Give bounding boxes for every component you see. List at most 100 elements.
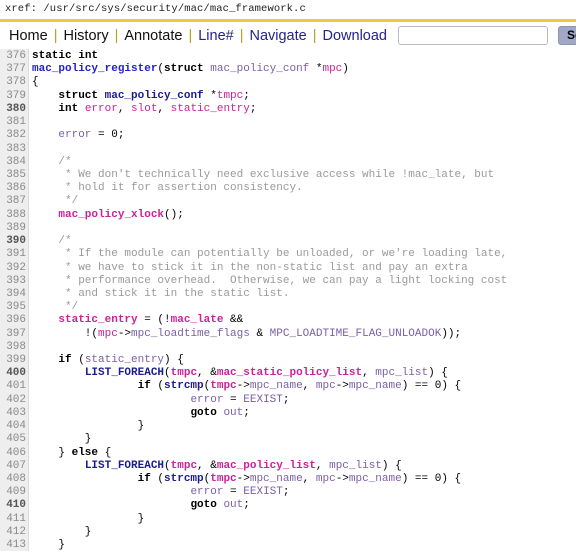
code-token: static [32,50,72,62]
line-number[interactable]: 401 [0,380,28,393]
code-symbol-link[interactable]: strcmp [164,473,204,485]
menu-link-history[interactable]: History [62,28,109,44]
line-number[interactable]: 382 [0,129,28,142]
code-symbol-link[interactable]: mac_policy_xlock [58,209,164,221]
line-number[interactable]: 390 [0,235,28,248]
menu-link-line-[interactable]: Line# [197,28,234,44]
code-token: ; [243,406,250,419]
source-code-viewer[interactable]: 376 static int 377 mac_policy_register(stru… [0,49,576,551]
line-number[interactable]: 388 [0,209,28,222]
line-number[interactable]: 389 [0,222,28,235]
code-token[interactable]: mpc_name [250,473,303,485]
line-number[interactable]: 397 [0,328,28,341]
line-number[interactable]: 412 [0,526,28,539]
line-number[interactable]: 386 [0,182,28,195]
menu-link-navigate[interactable]: Navigate [248,28,307,44]
code-symbol-link[interactable]: mac_policy_conf [105,90,204,102]
code-token[interactable]: mpc_loadtime_flags [131,328,250,340]
search-input[interactable] [398,26,548,45]
code-token: * [203,89,217,102]
line-number[interactable]: 378 [0,76,28,89]
code-text: } [28,513,145,526]
code-token[interactable]: mpc_list [375,367,428,379]
code-token: ; [282,486,290,499]
code-token[interactable]: mpc_name [250,380,303,392]
code-token[interactable]: mpc_name [349,380,402,392]
code-token[interactable]: out [223,499,243,511]
line-number[interactable]: 405 [0,433,28,446]
line-number[interactable]: 391 [0,248,28,261]
line-number[interactable]: 403 [0,407,28,420]
code-line: 413 } [0,539,576,551]
line-number[interactable]: 395 [0,301,28,314]
line-number[interactable]: 409 [0,486,28,499]
code-symbol-link[interactable]: tmpc [171,367,197,379]
code-token[interactable]: error [190,394,223,406]
code-symbol-link[interactable]: tmpc [171,460,197,472]
code-token[interactable]: out [223,407,243,419]
line-number[interactable]: 384 [0,156,28,169]
code-token: } [32,420,145,433]
code-token[interactable]: mac_policy_conf [210,63,309,75]
code-symbol-link[interactable]: mac_policy_list [217,460,316,472]
code-token[interactable]: error [58,129,91,141]
line-number[interactable]: 402 [0,394,28,407]
line-number[interactable]: 392 [0,262,28,275]
code-symbol-link[interactable]: mac_late [171,314,224,326]
code-symbol-link[interactable]: mpc [322,63,342,75]
line-number[interactable]: 408 [0,473,28,486]
code-token[interactable]: mpc [316,380,336,392]
line-number[interactable]: 383 [0,143,28,156]
line-number[interactable]: 407 [0,460,28,473]
line-number[interactable]: 406 [0,447,28,460]
code-line: 389 [0,222,576,235]
code-token[interactable]: static_entry [85,354,164,366]
line-number[interactable]: 381 [0,116,28,129]
line-number[interactable]: 398 [0,341,28,354]
code-token[interactable]: EEXIST [243,394,283,406]
code-symbol-link[interactable]: tmpc [217,90,243,102]
code-token[interactable]: error [190,486,223,498]
code-symbol-link[interactable]: tmpc [210,380,236,392]
line-number[interactable]: 393 [0,275,28,288]
code-symbol-link[interactable]: error [85,103,118,115]
code-symbol-link[interactable]: static_entry [171,103,250,115]
line-number[interactable]: 377 [0,63,28,76]
code-text: } [28,420,145,433]
code-symbol-link[interactable]: mac_static_policy_list [217,367,362,379]
code-symbol-link[interactable]: static_entry [58,314,137,326]
line-number[interactable]: 394 [0,288,28,301]
code-symbol-link[interactable]: slot [131,103,157,115]
code-token: ; [243,499,250,512]
code-symbol-link[interactable]: mpc [98,328,118,340]
menu-link-home[interactable]: Home [8,28,49,44]
line-number[interactable]: 411 [0,513,28,526]
code-token[interactable]: MPC_LOADTIME_FLAG_UNLOADOK [270,328,442,340]
line-number[interactable]: 404 [0,420,28,433]
menu-link-annotate[interactable]: Annotate [123,28,183,44]
code-token[interactable]: mpc [316,473,336,485]
line-number[interactable]: 396 [0,314,28,327]
code-symbol-link[interactable]: tmpc [210,473,236,485]
line-number[interactable]: 379 [0,90,28,103]
line-number[interactable]: 380 [0,103,28,116]
line-number[interactable]: 385 [0,169,28,182]
code-token[interactable]: EEXIST [243,486,283,498]
line-number[interactable]: 387 [0,195,28,208]
line-number[interactable]: 376 [0,50,28,63]
code-text: { [28,76,39,89]
menu-link-download[interactable]: Download [322,28,389,44]
code-symbol-link[interactable]: strcmp [164,380,204,392]
line-number[interactable]: 400 [0,367,28,380]
line-number[interactable]: 399 [0,354,28,367]
code-token[interactable]: mpc_name [349,473,402,485]
code-token: * we have to stick it in the non-static … [32,261,468,274]
line-number[interactable]: 410 [0,499,28,512]
code-symbol-link[interactable]: LIST_FOREACH [85,460,164,472]
search-button[interactable]: Search [558,25,576,46]
code-symbol-link[interactable]: LIST_FOREACH [85,367,164,379]
line-number[interactable]: 413 [0,539,28,551]
code-symbol-link[interactable]: mac_policy_register [32,63,157,75]
code-token[interactable]: mpc_list [329,460,382,472]
